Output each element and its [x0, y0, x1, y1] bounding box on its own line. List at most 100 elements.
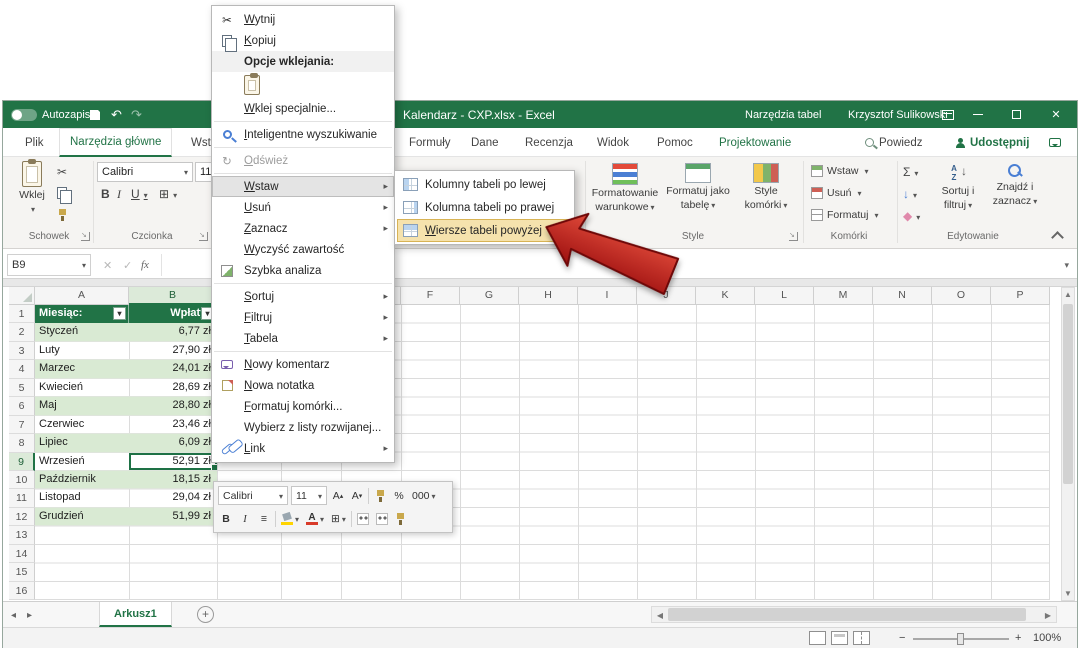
row-header-12[interactable]: 12	[9, 508, 35, 526]
shrink-font-button[interactable]: A	[349, 487, 365, 505]
align-center-button[interactable]: ≡	[256, 510, 272, 528]
undo-button[interactable]: ↶	[111, 101, 122, 128]
row-header-6[interactable]: 6	[9, 397, 35, 415]
cell-B2[interactable]: 6,77 zł	[129, 323, 217, 341]
cell-styles-button[interactable]: Style komórki	[735, 163, 797, 212]
row-header-2[interactable]: 2	[9, 323, 35, 341]
cell-A8[interactable]: Lipiec	[35, 434, 129, 452]
styles-dialog-launcher[interactable]: ↘	[789, 232, 798, 241]
menu-item-new-comment[interactable]: Nowy komentarz	[212, 354, 394, 375]
menu-item-select[interactable]: Zaznacz	[212, 218, 394, 239]
cell-B5[interactable]: 28,69 zł	[129, 379, 217, 397]
menu-item-format-cells[interactable]: Formatuj komórki...	[212, 396, 394, 417]
format-as-table-button[interactable]: Formatuj jako tabelę	[665, 163, 731, 212]
clear-button[interactable]: ◆	[903, 209, 920, 223]
sort-filter-button[interactable]: Sortuj i filtruj	[931, 163, 985, 212]
mini-size-combo[interactable]: 11	[291, 486, 327, 505]
scroll-right-icon[interactable]: ▶	[1042, 611, 1054, 620]
row-header-4[interactable]: 4	[9, 360, 35, 378]
cell-B3[interactable]: 27,90 zł	[129, 342, 217, 360]
menu-item-sort[interactable]: Sortuj	[212, 286, 394, 307]
tab-powiedz[interactable]: Powiedz	[855, 128, 932, 157]
col-header-O[interactable]: O	[932, 287, 991, 305]
tab-narzedzia-glowne[interactable]: Narzędzia główne	[59, 128, 172, 157]
menu-item-filter[interactable]: Filtruj	[212, 307, 394, 328]
tab-plik[interactable]: Plik	[15, 128, 54, 157]
zoom-level[interactable]: 100%	[1033, 632, 1061, 644]
grow-font-button[interactable]: A	[330, 487, 346, 505]
cell-A12[interactable]: Grudzień	[35, 508, 129, 526]
col-header-M[interactable]: M	[814, 287, 873, 305]
scroll-left-icon[interactable]: ◀	[654, 611, 666, 620]
mini-bold-button[interactable]: B	[218, 510, 234, 528]
collapse-ribbon-button[interactable]	[1051, 231, 1064, 244]
scroll-down-icon[interactable]: ▼	[1062, 589, 1074, 598]
cut-button[interactable]: ✂	[57, 165, 67, 179]
tab-widok[interactable]: Widok	[587, 128, 639, 157]
menu-item-quick-analysis[interactable]: Szybka analiza	[212, 260, 394, 281]
mini-format-painter-button[interactable]	[372, 487, 388, 505]
zoom-in-button[interactable]: +	[1015, 632, 1021, 644]
page-break-view-button[interactable]	[853, 631, 870, 645]
tab-pomoc[interactable]: Pomoc	[647, 128, 703, 157]
page-layout-view-button[interactable]	[831, 631, 848, 645]
share-button[interactable]: Udostępnij	[945, 128, 1039, 157]
menu-item-delete[interactable]: Usuń	[212, 197, 394, 218]
paste-option-icon[interactable]	[244, 75, 260, 95]
format-cells-button[interactable]: Formatuj	[811, 209, 878, 221]
col-header-L[interactable]: L	[755, 287, 814, 305]
cell-B12[interactable]: 51,99 zł	[129, 508, 217, 526]
filter-dropdown-icon[interactable]	[113, 307, 126, 320]
tab-dane[interactable]: Dane	[461, 128, 509, 157]
font-dialog-launcher[interactable]: ↘	[199, 232, 208, 241]
cancel-button[interactable]: ✕	[103, 254, 112, 276]
font-name-combo[interactable]: Calibri	[97, 162, 193, 182]
add-sheet-button[interactable]: +	[197, 606, 214, 623]
cell-B10[interactable]: 18,15 zł	[129, 471, 217, 489]
tab-projektowanie[interactable]: Projektowanie	[709, 128, 801, 157]
mini-brush-button[interactable]	[393, 510, 409, 528]
percent-style-button[interactable]: %	[391, 487, 407, 505]
row-header-15[interactable]: 15	[9, 563, 35, 581]
comments-button[interactable]	[1039, 128, 1071, 157]
delete-cells-button[interactable]: Usuń	[811, 187, 862, 199]
menu-item-paste-special[interactable]: Wklej specjalnie...	[212, 98, 394, 119]
minimize-button[interactable]	[963, 101, 993, 128]
menu-item-pick-from-list[interactable]: Wybierz z listy rozwijanej...	[212, 417, 394, 438]
comma-style-button[interactable]: 000	[410, 487, 438, 505]
scroll-up-icon[interactable]: ▲	[1062, 290, 1074, 299]
menu-item-clear-contents[interactable]: Wyczyść zawartość	[212, 239, 394, 260]
col-header-G[interactable]: G	[460, 287, 519, 305]
mini-italic-button[interactable]: I	[237, 510, 253, 528]
menu-item-paste-keep-formatting[interactable]	[212, 72, 394, 98]
italic-button[interactable]: I	[117, 187, 121, 202]
vertical-scroll-thumb[interactable]	[1063, 304, 1073, 484]
fill-button[interactable]: ↓	[903, 187, 917, 201]
menu-item-cut[interactable]: ✂Wytnij	[212, 9, 394, 30]
row-header-8[interactable]: 8	[9, 434, 35, 452]
cell-B6[interactable]: 28,80 zł	[129, 397, 217, 415]
table-header-month[interactable]: Miesiąc:	[35, 305, 129, 323]
redo-button[interactable]: ↷	[131, 101, 142, 128]
sheet-nav-right-icon[interactable]: ▸	[27, 602, 32, 628]
expand-formula-bar-icon[interactable]: ▾	[1064, 254, 1069, 276]
cell-A7[interactable]: Czerwiec	[35, 416, 129, 434]
row-header-9[interactable]: 9	[9, 453, 35, 471]
row-header-3[interactable]: 3	[9, 342, 35, 360]
menu-item-smart-lookup[interactable]: Inteligentne wyszukiwanie	[212, 124, 394, 145]
zoom-slider-thumb[interactable]	[957, 633, 964, 645]
col-header-H[interactable]: H	[519, 287, 578, 305]
mini-font-combo[interactable]: Calibri	[218, 486, 288, 505]
menu-item-new-note[interactable]: Nowa notatka	[212, 375, 394, 396]
horizontal-scrollbar[interactable]: ◀ ▶	[651, 606, 1057, 623]
col-header-F[interactable]: F	[401, 287, 460, 305]
submenu-item-columns-left[interactable]: Kolumny tabeli po lewej	[397, 173, 572, 196]
normal-view-button[interactable]	[809, 631, 826, 645]
maximize-button[interactable]	[1001, 101, 1031, 128]
enter-button[interactable]: ✓	[123, 254, 132, 276]
cell-B7[interactable]: 23,46 zł	[129, 416, 217, 434]
row-header-14[interactable]: 14	[9, 545, 35, 563]
save-button[interactable]	[89, 101, 101, 128]
paste-button[interactable]: Wklej	[13, 161, 51, 216]
cell-A4[interactable]: Marzec	[35, 360, 129, 378]
